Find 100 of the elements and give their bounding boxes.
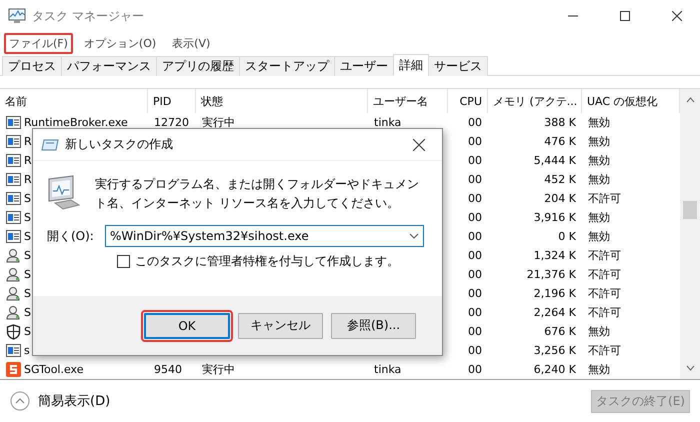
user-icon — [6, 305, 21, 320]
dialog-button[interactable]: 参照(B)... — [331, 312, 416, 338]
table-cell-text: 5,444 K — [532, 153, 577, 169]
table-cell-text: 00 — [467, 153, 483, 169]
process-name: S — [24, 306, 31, 319]
table-cell-text: 2,264 K — [532, 305, 577, 321]
instruction-text: 実行するプログラム名、または開くフォルダーやドキュメント名、インターネット リソース名を入力してください。 — [95, 176, 420, 212]
close-icon[interactable] — [413, 138, 425, 150]
process-name: S — [24, 287, 31, 300]
user-icon — [6, 248, 21, 263]
table-cell-text: 無効 — [587, 115, 611, 131]
table-cell-text: 不許可 — [587, 267, 622, 283]
window-icon — [6, 154, 21, 167]
process-name: SGTool.exe — [24, 363, 84, 376]
window-title: タスク マネージャー — [32, 8, 145, 24]
table-cell-text: 実行中 — [201, 115, 236, 131]
table-cell-text: 00 — [467, 324, 483, 340]
column-header[interactable]: 状態 — [196, 89, 368, 113]
window-icon — [6, 230, 21, 243]
window-icon — [6, 211, 21, 224]
user-icon — [6, 267, 21, 282]
table-cell-text: 00 — [467, 267, 483, 283]
table-cell-text: 無効 — [587, 134, 611, 150]
menu-item[interactable]: ファイル(F) — [4, 32, 73, 54]
table-cell-text: 9540 — [153, 362, 183, 378]
table-cell-text: 452 K — [543, 172, 577, 188]
tab[interactable]: ユーザー — [334, 56, 394, 76]
close-icon[interactable] — [672, 11, 682, 21]
table-cell-text: 無効 — [587, 324, 611, 340]
tab[interactable]: パフォーマンス — [61, 56, 157, 76]
chevron-down-icon[interactable] — [409, 233, 419, 239]
window-icon — [6, 173, 21, 186]
column-header[interactable]: ユーザー名 — [368, 89, 448, 113]
process-name: S — [24, 192, 31, 205]
column-header[interactable]: PID — [148, 89, 196, 113]
table-cell-text: 00 — [467, 305, 483, 321]
dialog-button[interactable]: キャンセル — [238, 312, 323, 338]
minimize-icon[interactable] — [568, 15, 578, 17]
table-cell-text: 不許可 — [587, 305, 622, 321]
table-cell-text: 00 — [467, 191, 483, 207]
table-cell-text: 00 — [467, 210, 483, 226]
table-cell-text: 204 K — [543, 191, 577, 207]
column-header[interactable]: メモリ (アクテ... — [488, 89, 582, 113]
menu-item[interactable]: 表示(V) — [167, 32, 216, 54]
table-cell-text: 無効 — [587, 229, 611, 245]
table-cell-text: tinka — [373, 362, 402, 378]
tab[interactable]: サービス — [428, 56, 488, 76]
window-icon — [6, 192, 21, 205]
process-name: s — [24, 344, 30, 357]
app-logo-icon — [6, 362, 21, 377]
user-icon — [6, 286, 21, 301]
tab[interactable]: アプリの履歴 — [156, 56, 240, 76]
table-cell-text: 476 K — [543, 134, 577, 150]
tab[interactable]: スタートアップ — [239, 56, 335, 76]
table-cell-text: 無効 — [587, 172, 611, 188]
shield-icon — [6, 324, 21, 340]
table-cell-text: 00 — [467, 343, 483, 359]
table-cell-text: 676 K — [543, 324, 577, 340]
fewer-details-button[interactable]: 簡易表示(D) — [10, 391, 110, 411]
process-name: R — [24, 154, 32, 167]
dialog-title: 新しいタスクの作成 — [65, 136, 174, 153]
table-cell-text: 6,240 K — [532, 362, 577, 378]
computer-icon — [47, 175, 83, 211]
table-cell-text: 21,376 K — [526, 267, 577, 283]
table-cell-text: 不許可 — [587, 343, 622, 359]
scroll-down-icon[interactable] — [686, 365, 694, 371]
table-cell-text: 2,196 K — [532, 286, 577, 302]
window-icon — [6, 116, 21, 129]
process-name: R — [24, 173, 32, 186]
scroll-up-icon[interactable] — [686, 97, 694, 103]
table-cell-text: 1,324 K — [532, 248, 577, 264]
open-combobox[interactable]: %WinDir%¥System32¥sihost.exe — [105, 225, 424, 247]
process-name: S — [24, 230, 31, 243]
column-header[interactable]: 名前 — [0, 89, 148, 113]
tab[interactable]: プロセス — [2, 56, 62, 76]
table-cell-text: 不許可 — [587, 248, 622, 264]
maximize-icon[interactable] — [620, 11, 630, 21]
admin-checkbox[interactable]: このタスクに管理者特権を付与して作成します。 — [117, 253, 428, 270]
table-cell-text: 3,256 K — [532, 343, 577, 359]
table-cell-text: 無効 — [587, 210, 611, 226]
tab[interactable]: 詳細 — [393, 54, 429, 76]
run-icon — [41, 138, 59, 150]
scrollbar[interactable] — [680, 89, 700, 379]
checkbox[interactable] — [117, 255, 130, 268]
menu-item[interactable]: オプション(O) — [78, 32, 162, 54]
table-cell-text: 12720 — [153, 115, 190, 131]
table-cell-text: 00 — [467, 248, 483, 264]
column-header[interactable]: CPU — [448, 89, 488, 113]
table-cell-text: 00 — [467, 362, 483, 378]
table-cell-text: 実行中 — [201, 362, 236, 378]
table-cell-text: 00 — [467, 172, 483, 188]
process-name: S — [24, 268, 31, 281]
table-cell-text: 無効 — [587, 153, 611, 169]
process-name: S — [24, 325, 31, 338]
table-cell-text: 00 — [467, 134, 483, 150]
process-name: S — [24, 249, 31, 262]
scroll-thumb[interactable] — [683, 201, 697, 219]
window-icon — [6, 135, 21, 148]
table-cell-text: 3,916 K — [532, 210, 577, 226]
table-cell-text: 不許可 — [587, 191, 622, 207]
